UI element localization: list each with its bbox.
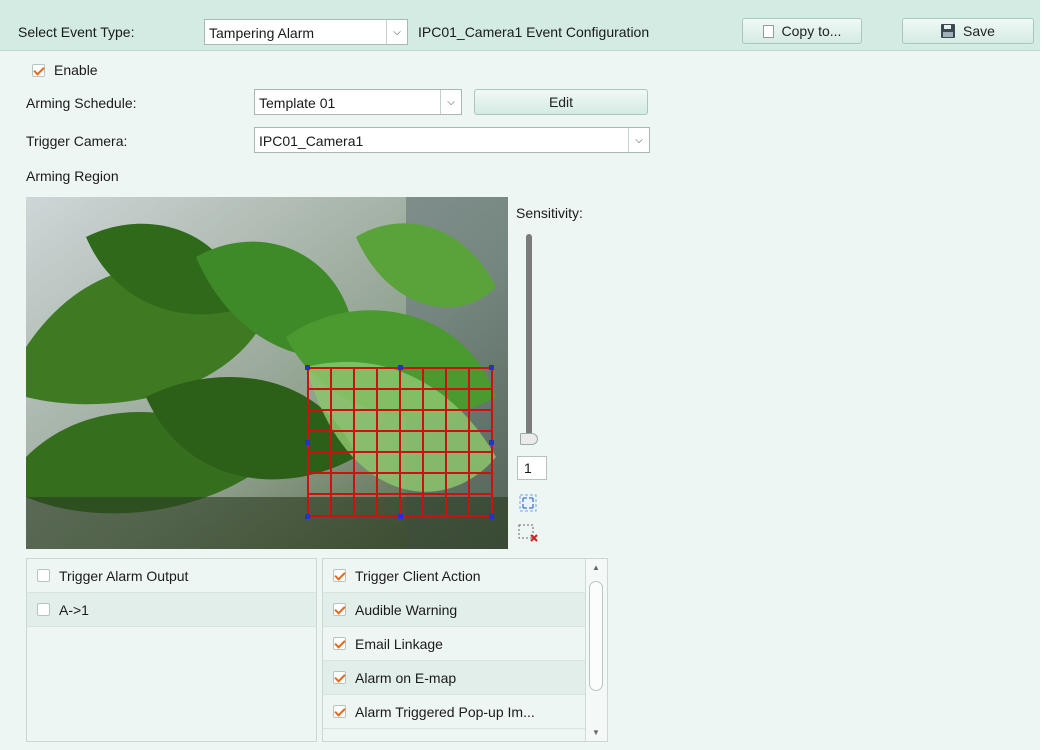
edit-schedule-button[interactable]: Edit: [474, 89, 648, 115]
list-item[interactable]: Audible Warning: [323, 593, 587, 627]
event-type-select[interactable]: Tampering Alarm ⌵: [204, 19, 408, 45]
save-button[interactable]: Save: [902, 18, 1034, 44]
enable-checkbox[interactable]: [32, 63, 45, 77]
arming-schedule-value: Template 01: [259, 95, 336, 111]
sensitivity-slider-thumb[interactable]: [520, 433, 538, 445]
list-item-label: Trigger Alarm Output: [59, 567, 189, 584]
scrollbar-thumb[interactable]: [589, 581, 603, 691]
alarm-output-a1-checkbox[interactable]: [37, 603, 50, 616]
list-item[interactable]: Alarm on E-map: [323, 661, 587, 695]
trigger-camera-value: IPC01_Camera1: [259, 133, 364, 149]
list-scrollbar[interactable]: ▲ ▼: [585, 559, 607, 741]
event-config-panel: Select Event Type: Tampering Alarm ⌵ IPC…: [0, 0, 1040, 750]
linkage-action-list: Trigger Client Action Audible Warning Em…: [322, 558, 608, 742]
edit-label: Edit: [548, 94, 574, 110]
trigger-camera-label: Trigger Camera:: [26, 133, 128, 149]
arming-schedule-label: Arming Schedule:: [26, 95, 137, 111]
chevron-down-icon: ⌵: [386, 20, 407, 44]
trigger-camera-select[interactable]: IPC01_Camera1 ⌵: [254, 127, 650, 153]
fullscreen-icon[interactable]: [518, 493, 538, 513]
list-item[interactable]: Email Linkage: [323, 627, 587, 661]
scroll-down-icon[interactable]: ▼: [592, 728, 600, 737]
chevron-down-icon: ⌵: [628, 128, 649, 152]
list-item[interactable]: Trigger Alarm Output: [27, 559, 316, 593]
list-item[interactable]: A->1: [27, 593, 316, 627]
camera-frame-image: [26, 197, 508, 549]
save-label: Save: [963, 23, 995, 39]
floppy-disk-icon: [941, 24, 956, 38]
sensitivity-value-text: 1: [524, 460, 532, 476]
event-type-label: Select Event Type:: [18, 24, 135, 40]
scroll-up-icon[interactable]: ▲: [592, 563, 600, 572]
sensitivity-label: Sensitivity:: [516, 205, 583, 221]
clear-region-icon[interactable]: [518, 523, 540, 543]
copy-to-label: Copy to...: [781, 23, 842, 39]
audible-warning-checkbox[interactable]: [333, 603, 346, 616]
arming-region-label: Arming Region: [26, 168, 119, 184]
email-linkage-checkbox[interactable]: [333, 637, 346, 650]
enable-label: Enable: [54, 62, 98, 78]
copy-icon: [762, 24, 774, 38]
copy-to-button[interactable]: Copy to...: [742, 18, 862, 44]
alarm-output-list: Trigger Alarm Output A->1: [26, 558, 317, 742]
list-item-label: Alarm Triggered Pop-up Im...: [355, 703, 535, 720]
list-item-label: A->1: [59, 601, 89, 618]
event-type-value: Tampering Alarm: [209, 25, 315, 41]
enable-row: Enable: [32, 62, 98, 78]
camera-preview[interactable]: [26, 197, 508, 549]
list-item-label: Audible Warning: [355, 601, 458, 618]
sensitivity-value: 1: [517, 456, 547, 480]
list-item[interactable]: Trigger Client Action: [323, 559, 587, 593]
trigger-client-action-checkbox[interactable]: [333, 569, 346, 582]
alarm-popup-checkbox[interactable]: [333, 705, 346, 718]
list-item-label: Trigger Client Action: [355, 567, 481, 584]
trigger-alarm-output-checkbox[interactable]: [37, 569, 50, 582]
list-item-label: Email Linkage: [355, 635, 443, 652]
sensitivity-slider[interactable]: [526, 234, 532, 442]
chevron-down-icon: ⌵: [440, 90, 461, 114]
list-item-label: Alarm on E-map: [355, 669, 457, 686]
config-title: IPC01_Camera1 Event Configuration: [418, 24, 650, 40]
toolbar: Select Event Type: Tampering Alarm ⌵ IPC…: [0, 0, 1040, 51]
arming-schedule-select[interactable]: Template 01 ⌵: [254, 89, 462, 115]
alarm-on-emap-checkbox[interactable]: [333, 671, 346, 684]
list-item[interactable]: Alarm Triggered Pop-up Im...: [323, 695, 587, 729]
